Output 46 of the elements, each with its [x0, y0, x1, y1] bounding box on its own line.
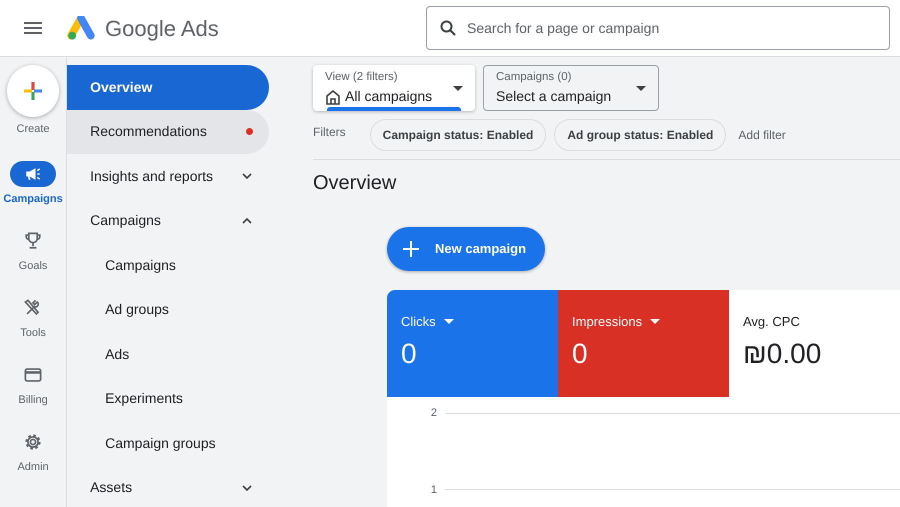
nav-item[interactable]: Insights and reports — [67, 154, 269, 198]
metric-label: Impressions — [572, 313, 642, 331]
scorecard[interactable]: Avg. CPC ₪0.00 — [729, 290, 900, 397]
dropdown-arrow-icon — [636, 86, 646, 90]
search-icon — [440, 20, 456, 36]
nav-item[interactable]: Campaigns — [67, 198, 269, 243]
add-filter-link[interactable]: Add filter — [738, 126, 786, 144]
nav-item[interactable]: Experiments — [67, 376, 269, 421]
new-campaign-button[interactable]: New campaign — [387, 227, 545, 271]
metric-label: Avg. CPC — [743, 313, 800, 331]
rail-label[interactable]: Create — [16, 121, 50, 138]
page-title: Overview — [313, 171, 398, 196]
nav-item[interactable]: Ads — [67, 332, 269, 376]
plus-icon — [403, 241, 419, 257]
scorecard[interactable]: Impressions 0 — [558, 290, 729, 397]
logo-icon — [66, 16, 97, 40]
metric-value: 0 — [401, 337, 418, 371]
home-icon — [325, 88, 341, 105]
nav-item[interactable]: Campaigns — [67, 243, 269, 288]
scorecard[interactable]: Clicks 0 — [387, 290, 558, 397]
metric-value: 0 — [572, 337, 589, 371]
nav-item[interactable]: Overview — [67, 65, 269, 110]
rail-label[interactable]: Billing — [18, 392, 48, 408]
metric-label: Clicks — [401, 313, 436, 331]
rail-label[interactable]: Campaigns — [3, 191, 63, 208]
rail-label[interactable]: Tools — [20, 325, 46, 342]
rail-label[interactable]: Goals — [18, 258, 48, 274]
nav-item[interactable]: Assets — [67, 466, 269, 507]
create-button[interactable] — [7, 65, 60, 117]
metric-value: ₪0.00 — [743, 337, 822, 371]
axis-tick-label: 2 — [430, 406, 437, 421]
filters-label: Filters — [313, 124, 346, 141]
campaign-dropdown[interactable]: Campaigns (0) Select a campaign — [483, 65, 659, 111]
app-name: Google Ads — [105, 14, 219, 43]
view-dropdown[interactable]: View (2 filters) All campaigns — [313, 65, 475, 111]
rail-label[interactable]: Admin — [17, 459, 49, 476]
axis-tick-label: 1 — [430, 482, 437, 498]
filter-chip[interactable]: Campaign status: Enabled — [370, 119, 546, 151]
menu-button[interactable] — [24, 22, 42, 34]
nav-item[interactable]: Ad groups — [67, 288, 269, 332]
search-field[interactable]: Search for a page or campaign — [426, 6, 890, 50]
dropdown-arrow-icon — [453, 86, 463, 90]
filter-chip[interactable]: Ad group status: Enabled — [554, 119, 726, 151]
megaphone-icon[interactable] — [10, 161, 56, 187]
nav-item[interactable]: Recommendations — [67, 110, 269, 154]
nav-item[interactable]: Campaign groups — [67, 421, 269, 466]
